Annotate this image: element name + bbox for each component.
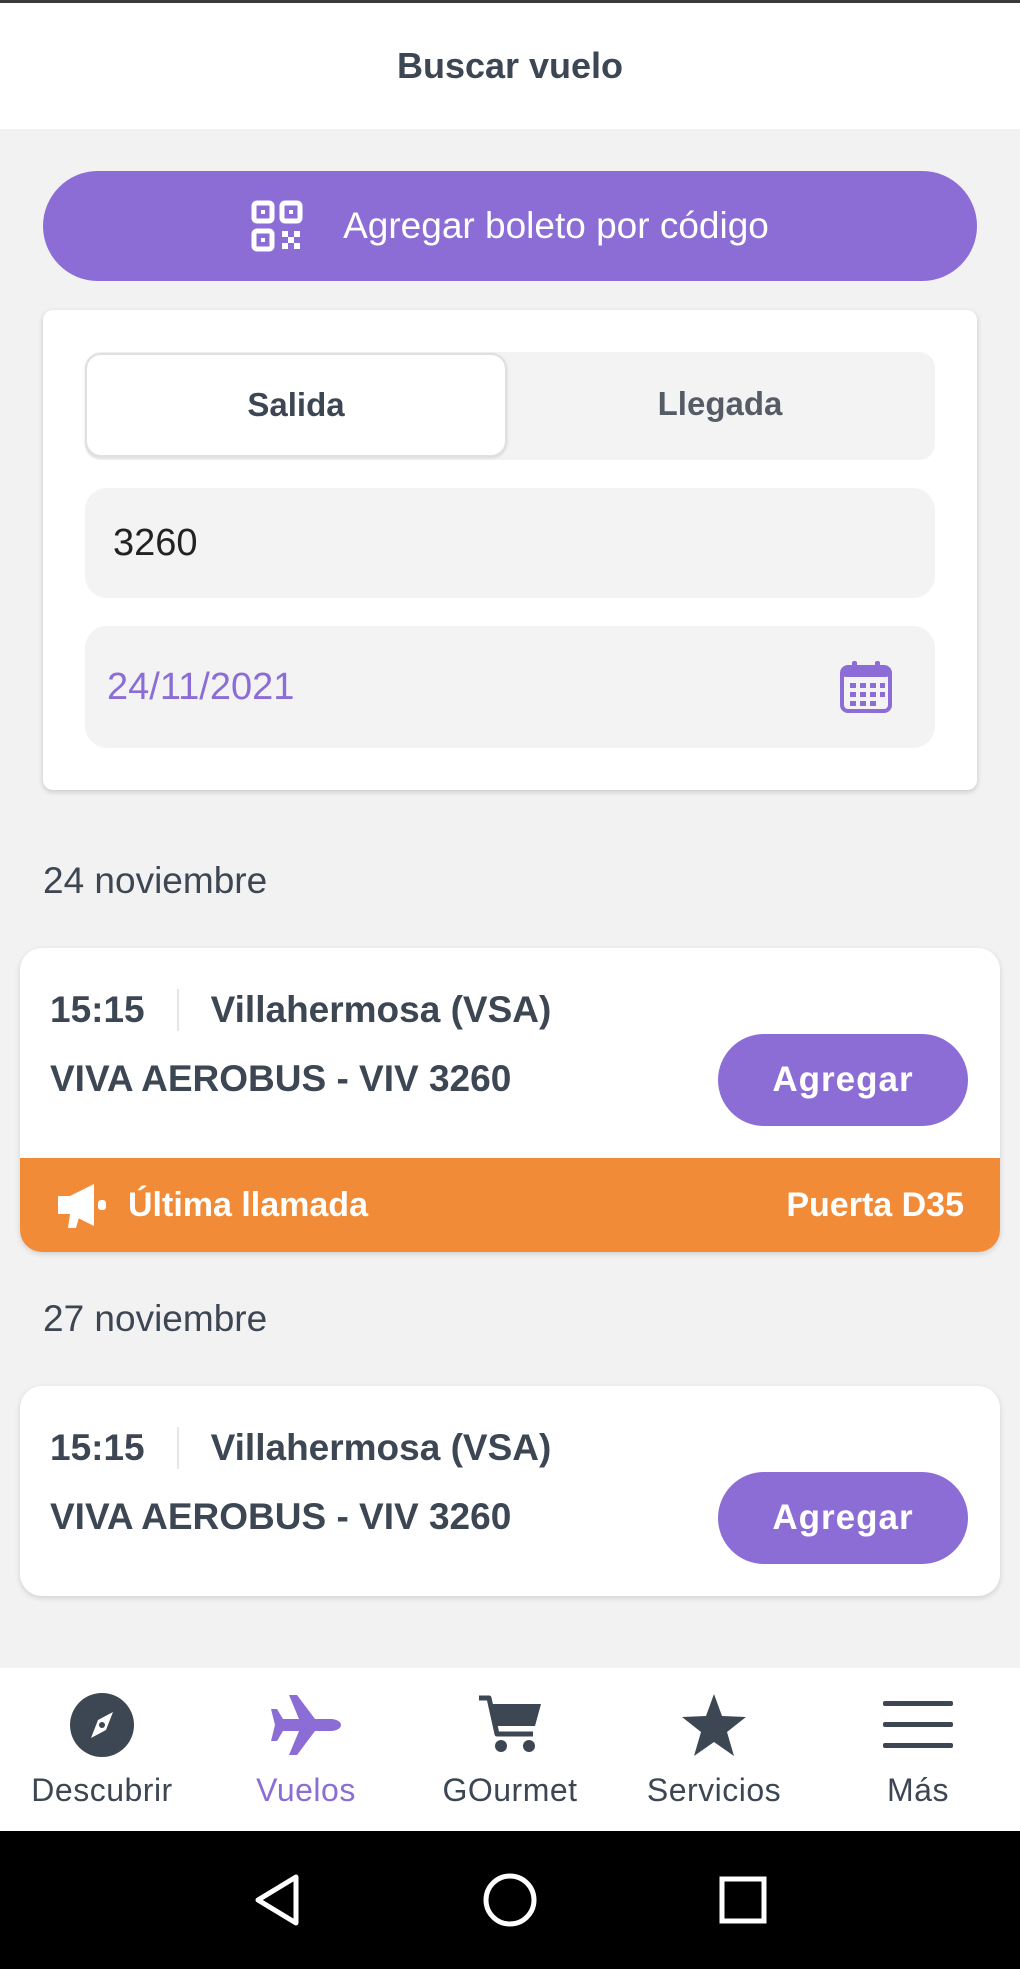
nav-label: Vuelos [256, 1772, 356, 1808]
flight-city: Villahermosa (VSA) [210, 989, 552, 1030]
calendar-icon[interactable] [837, 658, 895, 716]
flight-result-card: 15:15 Villahermosa (VSA) VIVA AEROBUS - … [20, 948, 1000, 1252]
nav-item-discover[interactable]: Descubrir [0, 1668, 204, 1831]
nav-label: GOurmet [442, 1772, 578, 1808]
flight-number-input[interactable] [113, 521, 907, 565]
add-ticket-by-code-button[interactable]: Agregar boleto por código [43, 171, 977, 281]
back-icon[interactable] [242, 1865, 312, 1935]
add-flight-button[interactable]: Agregar [718, 1034, 968, 1126]
flight-gate: Puerta D35 [786, 1185, 964, 1224]
date-heading: 27 noviembre [43, 1298, 268, 1339]
nav-item-gourmet[interactable]: GOurmet [408, 1668, 612, 1831]
nav-label: Descubrir [31, 1772, 173, 1808]
flight-city: Villahermosa (VSA) [210, 1427, 552, 1468]
compass-icon [67, 1690, 137, 1760]
flight-number-field[interactable] [85, 488, 935, 598]
cart-icon [475, 1690, 545, 1760]
flight-time-city-row: 15:15 Villahermosa (VSA) [50, 982, 551, 1038]
date-field[interactable]: 24/11/2021 [85, 626, 935, 748]
date-heading: 24 noviembre [43, 860, 268, 901]
nav-label: Más [887, 1772, 949, 1808]
home-icon[interactable] [475, 1865, 545, 1935]
nav-item-more[interactable]: Más [816, 1668, 1020, 1831]
flight-airline: VIVA AEROBUS - VIV 3260 [50, 1058, 512, 1099]
flight-status-label: Última llamada [128, 1185, 368, 1224]
add-flight-button[interactable]: Agregar [718, 1472, 968, 1564]
page-title: Buscar vuelo [396, 45, 624, 86]
nav-label: Servicios [646, 1772, 782, 1808]
flight-airline: VIVA AEROBUS - VIV 3260 [50, 1496, 512, 1537]
megaphone-icon [54, 1180, 110, 1230]
qr-code-icon [251, 200, 303, 252]
tab-departure[interactable]: Salida [85, 353, 507, 457]
flight-status-bar: Última llamada Puerta D35 [20, 1158, 1000, 1252]
star-icon [679, 1690, 749, 1760]
add-ticket-by-code-label: Agregar boleto por código [343, 205, 769, 246]
flight-time: 15:15 [50, 989, 179, 1031]
tab-arrival[interactable]: Llegada [509, 352, 931, 456]
recents-icon[interactable] [708, 1865, 778, 1935]
menu-icon [883, 1690, 953, 1760]
flight-time-city-row: 15:15 Villahermosa (VSA) [50, 1420, 551, 1476]
departure-arrival-toggle: Salida Llegada [85, 352, 935, 460]
flight-time: 15:15 [50, 1427, 179, 1469]
date-value: 24/11/2021 [107, 665, 295, 708]
flight-search-card: Salida Llegada 24/11/2021 [43, 310, 977, 790]
android-navigation-bar [0, 1831, 1020, 1969]
nav-item-services[interactable]: Servicios [612, 1668, 816, 1831]
nav-item-flights[interactable]: Vuelos [204, 1668, 408, 1831]
bottom-navigation: Descubrir Vuelos GOurmet Servicios Más [0, 1668, 1020, 1831]
flight-result-card: 15:15 Villahermosa (VSA) VIVA AEROBUS - … [20, 1386, 1000, 1596]
app-header: Buscar vuelo [0, 3, 1020, 129]
airplane-icon [271, 1690, 341, 1760]
